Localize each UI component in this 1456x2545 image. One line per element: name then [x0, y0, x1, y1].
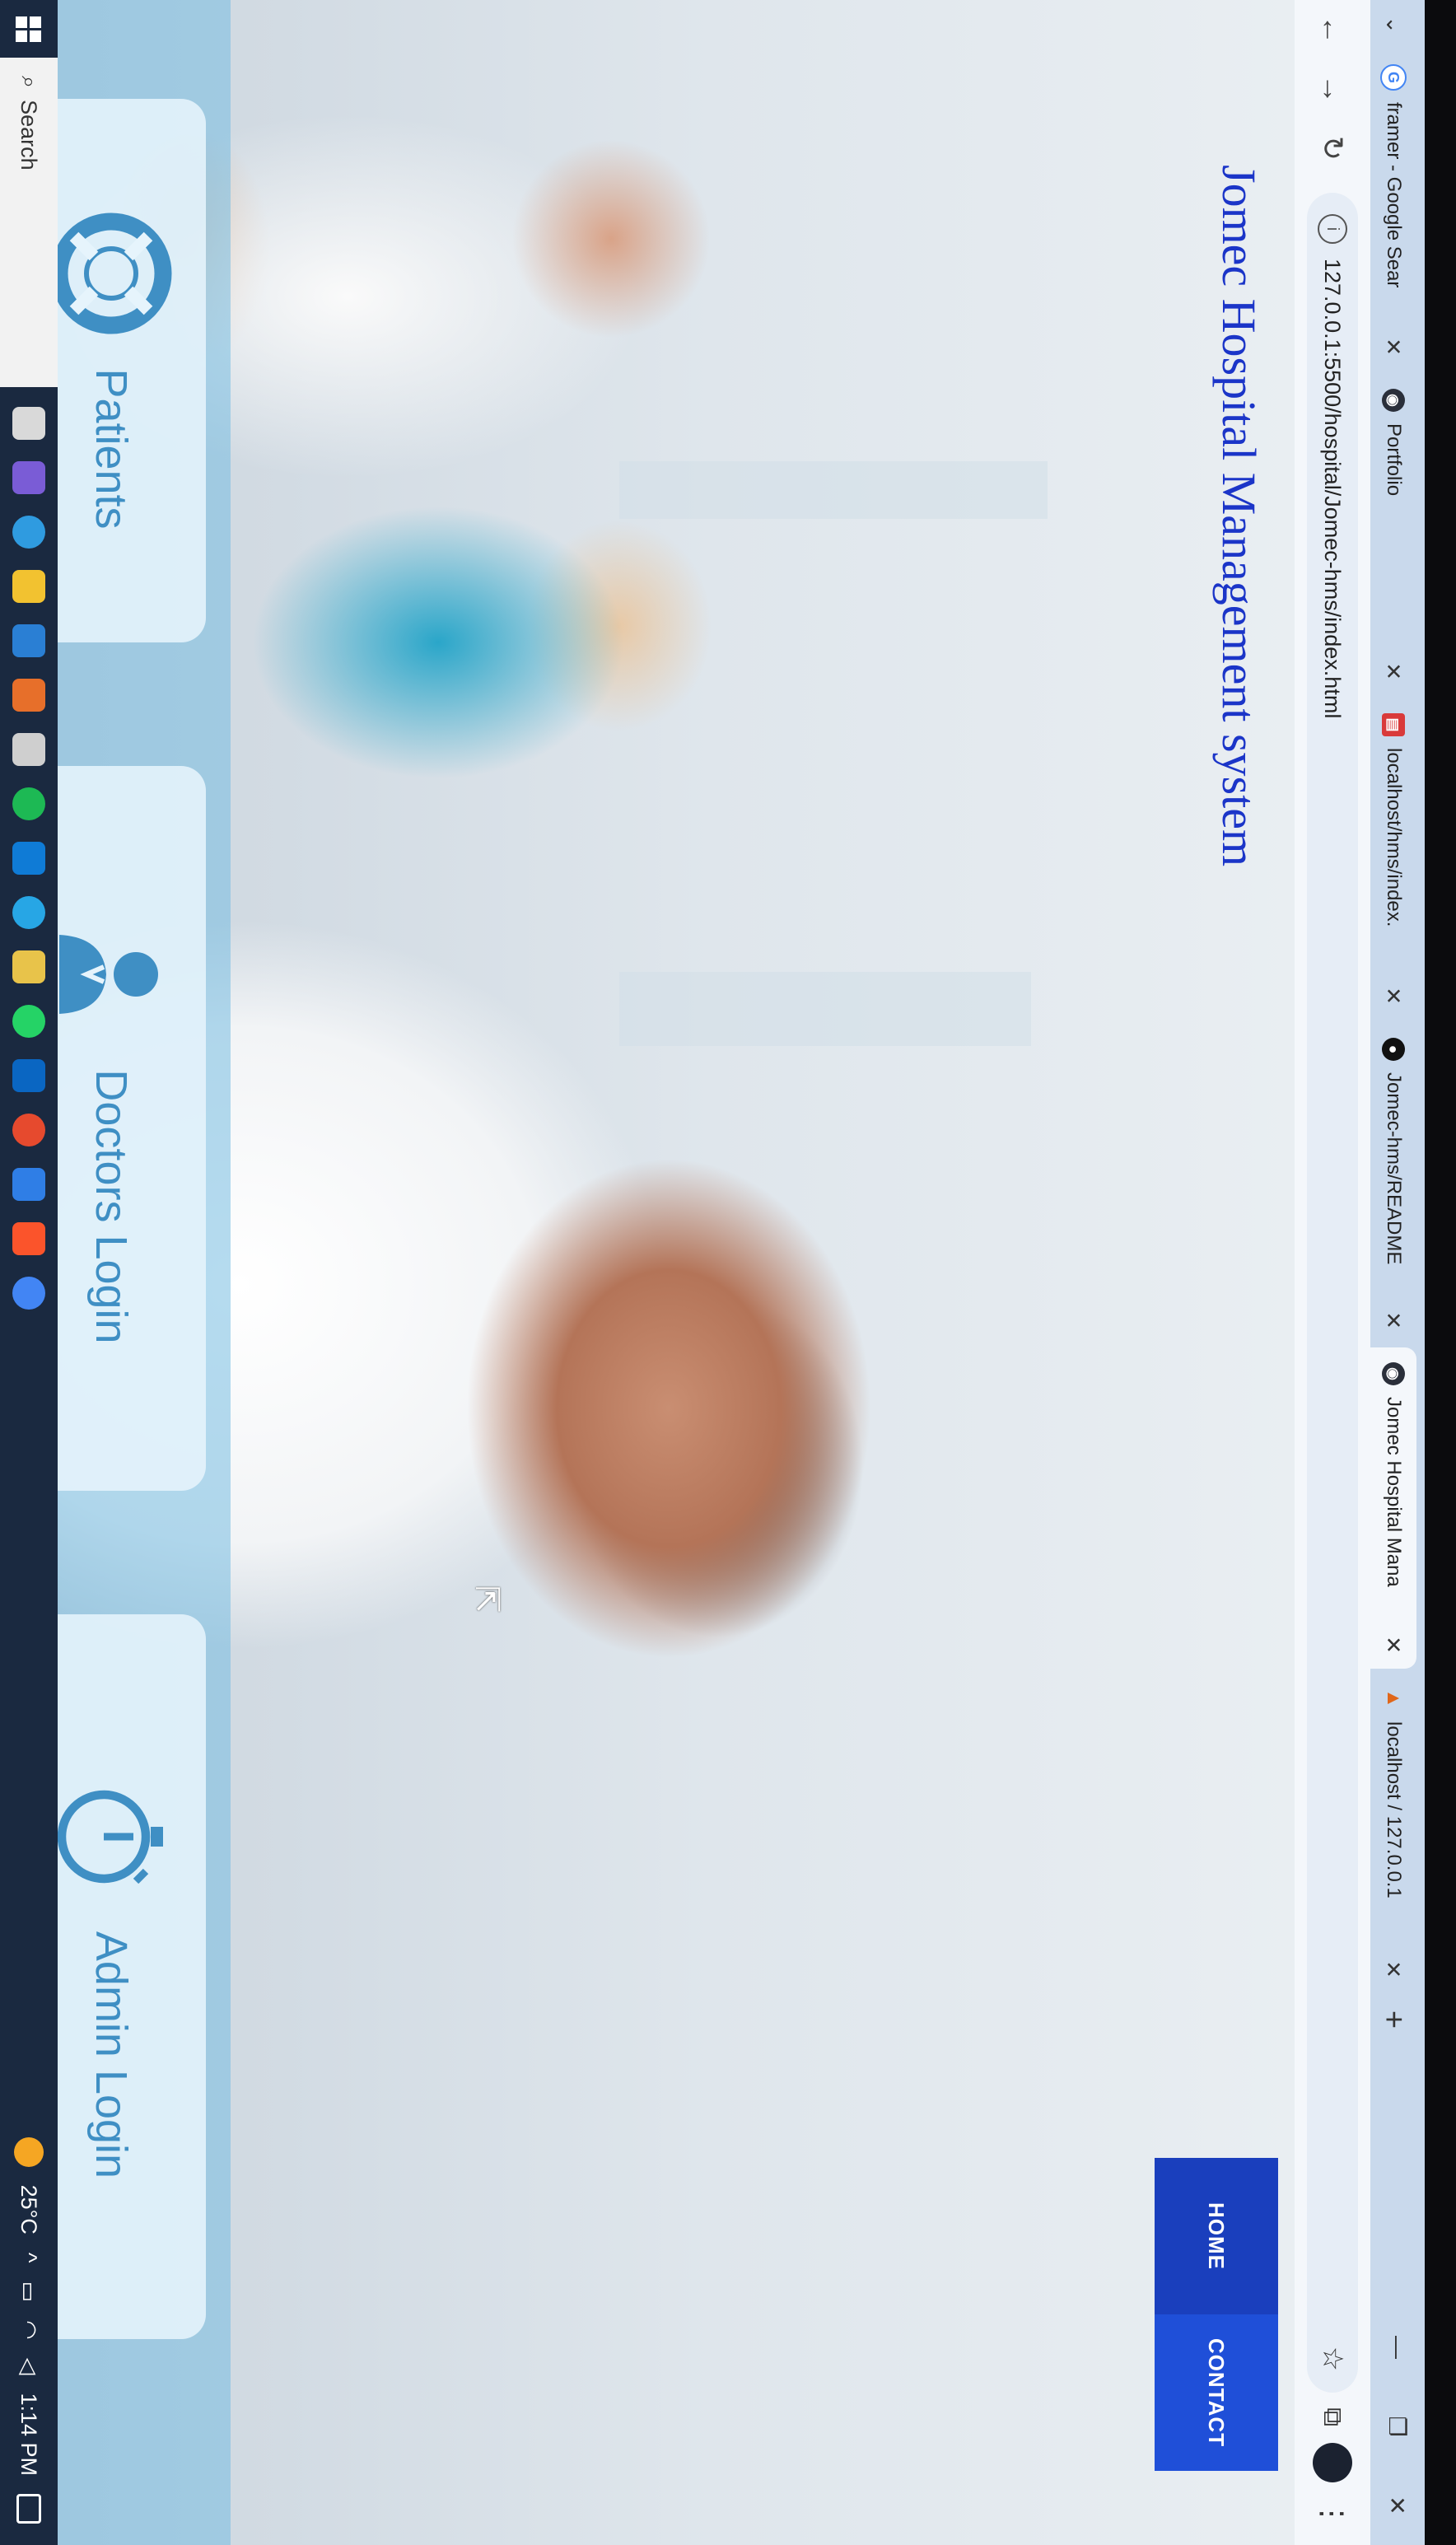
notes-icon[interactable] [12, 950, 45, 983]
chrome-icon[interactable] [12, 1277, 45, 1310]
taskbar-search[interactable]: ⌕ Search [0, 58, 58, 387]
site-title: Jomec Hospital Management system [1212, 165, 1266, 867]
tab-strip: ⌄ G framer - Google Sear ✕ ◉ Portfolio ✕… [1370, 0, 1425, 2545]
more-menu-icon[interactable]: ⋮ [1315, 2499, 1350, 2529]
notification-icon[interactable] [16, 2494, 41, 2524]
tab-title: Portfolio [1383, 423, 1405, 497]
info-icon[interactable]: i [1318, 214, 1347, 244]
brave-icon[interactable] [12, 1222, 45, 1255]
tab-close-icon[interactable]: ✕ [1381, 987, 1407, 1005]
tab-phpmyadmin[interactable]: ▲ localhost / 127.0.0.1 ✕ [1370, 1672, 1416, 1993]
extensions-icon[interactable]: ⧉ [1317, 2407, 1348, 2426]
tab-localhost-hms[interactable]: ▤ localhost/hms/index. ✕ [1370, 698, 1416, 1020]
battery-icon[interactable]: ▭ [16, 2281, 42, 2303]
spotify-icon[interactable] [12, 787, 45, 820]
tab-jomec-hospital[interactable]: ◉ Jomec Hospital Mana ✕ [1370, 1347, 1416, 1669]
reload-icon[interactable]: ↻ [1303, 119, 1362, 178]
minimize-icon[interactable]: — [1370, 2308, 1425, 2387]
browser-window: ⌄ G framer - Google Sear ✕ ◉ Portfolio ✕… [0, 0, 1425, 2545]
volume-icon[interactable]: ◁ [16, 2358, 42, 2375]
search-icon: ⌕ [17, 76, 42, 89]
tab-search-menu-icon[interactable]: ⌄ [1370, 0, 1418, 49]
vscode-icon[interactable] [12, 1168, 45, 1201]
page-icon: ▤ [1382, 713, 1405, 736]
back-arrow-icon[interactable]: ← [1303, 0, 1362, 59]
whatsapp-icon[interactable] [12, 1005, 45, 1038]
patients-label: Patients [86, 368, 136, 530]
stopwatch-icon [49, 1775, 173, 1898]
windows-start-icon[interactable] [0, 0, 58, 58]
new-tab-button[interactable]: + [1370, 1996, 1416, 2043]
tab-title: localhost / 127.0.0.1 [1383, 1721, 1405, 1898]
file-explorer-icon[interactable] [12, 570, 45, 603]
restore-icon[interactable]: ❐ [1370, 2387, 1425, 2466]
weather-sun-icon [14, 2136, 44, 2167]
chevron-up-icon[interactable]: ^ [16, 2253, 42, 2263]
admin-login-label: Admin Login [86, 1931, 136, 2179]
windows-taskbar: ⌕ Search 25°C ^ ▭ ◠ ◁ 1:14 PM [0, 0, 58, 2545]
browser-toolbar: ← → ↻ i 127.0.0.1:5500/hospital/Jomec-hm… [1294, 0, 1370, 2545]
address-url[interactable]: 127.0.0.1:5500/hospital/Jomec-hms/index.… [1320, 259, 1346, 718]
weather-temperature[interactable]: 25°C [16, 2185, 42, 2234]
close-window-icon[interactable]: ✕ [1370, 2466, 1425, 2545]
tab-title: Jomec Hospital Mana [1383, 1397, 1405, 1587]
tab-google-search[interactable]: G framer - Google Sear ✕ [1370, 49, 1416, 371]
taskbar-apps [12, 407, 45, 1310]
tab-title: framer - Google Sear [1383, 102, 1405, 288]
wifi-icon[interactable]: ◠ [16, 2320, 42, 2340]
mail-icon[interactable] [12, 624, 45, 657]
github-icon: ● [1382, 1038, 1405, 1061]
clock-time[interactable]: 1:14 PM [16, 2393, 42, 2476]
nav-contact-link[interactable]: CONTACT [1155, 2314, 1278, 2471]
google-g-icon: G [1380, 64, 1407, 91]
doctor-icon [49, 913, 173, 1036]
tab-close-icon[interactable]: ✕ [1381, 1311, 1407, 1329]
linkedin-icon[interactable] [12, 1059, 45, 1092]
toolbar-actions: ⧉ ⋮ [1313, 2407, 1352, 2545]
taskbar-search-label: Search [16, 100, 42, 170]
globe-icon: ◉ [1382, 389, 1405, 412]
background-pillar [619, 972, 1031, 1046]
tab-close-icon[interactable]: ✕ [1381, 662, 1407, 680]
app-icon[interactable] [12, 1114, 45, 1146]
site-nav: HOME CONTACT [1155, 2158, 1278, 2471]
background-pillar [619, 461, 1048, 519]
tab-close-icon[interactable]: ✕ [1381, 1960, 1407, 1978]
address-bar[interactable]: i 127.0.0.1:5500/hospital/Jomec-hms/inde… [1307, 193, 1358, 2393]
tab-close-icon[interactable]: ✕ [1381, 1636, 1407, 1654]
window-controls: — ❐ ✕ [1370, 2308, 1425, 2545]
mouse-cursor-icon: ⇱ [469, 1585, 505, 1613]
globe-icon: ◉ [1382, 1362, 1405, 1385]
system-tray: 25°C ^ ▭ ◠ ◁ 1:14 PM [14, 2136, 44, 2545]
phpmyadmin-icon: ▲ [1383, 1688, 1405, 1708]
tab-title: localhost/hms/index. [1383, 748, 1405, 927]
app-icon[interactable] [12, 733, 45, 766]
tab-title: Jomec-hms/README [1383, 1072, 1405, 1265]
widgets-icon[interactable] [12, 461, 45, 494]
page-content: Jomec Hospital Management system HOME CO… [0, 0, 1295, 2545]
forward-arrow-icon[interactable]: → [1303, 59, 1362, 119]
lifebuoy-icon [49, 212, 173, 335]
tab-github-readme[interactable]: ● Jomec-hms/README ✕ [1370, 1023, 1416, 1344]
task-view-icon[interactable] [12, 407, 45, 440]
tab-portfolio[interactable]: ◉ Portfolio ✕ [1370, 374, 1416, 695]
store-icon[interactable] [12, 842, 45, 875]
tab-close-icon[interactable]: ✕ [1381, 338, 1407, 356]
nav-home-link[interactable]: HOME [1155, 2158, 1278, 2314]
doctors-login-label: Doctors Login [86, 1069, 136, 1344]
edge-icon[interactable] [12, 516, 45, 549]
profile-avatar[interactable] [1313, 2443, 1352, 2482]
bookmark-star-icon[interactable]: ☆ [1316, 2347, 1349, 2371]
telegram-icon[interactable] [12, 896, 45, 929]
office-icon[interactable] [12, 679, 45, 712]
